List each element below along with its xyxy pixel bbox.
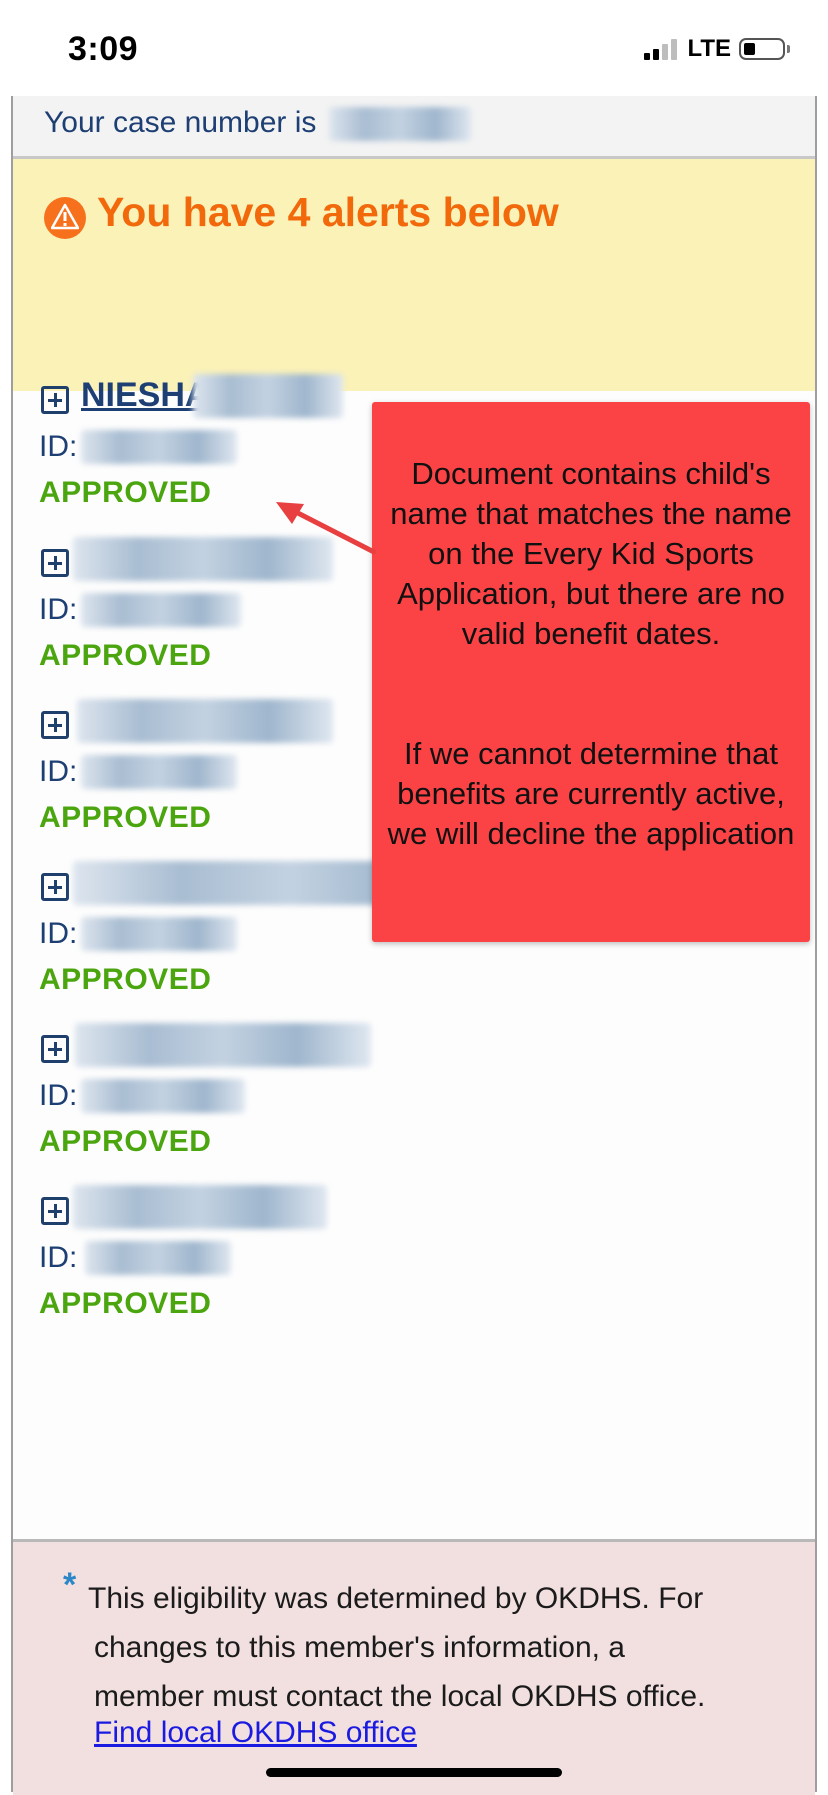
eligibility-note-line: changes to this member's information, a [94,1631,625,1664]
expand-icon[interactable] [41,711,69,739]
expand-icon[interactable] [41,549,69,577]
find-office-link[interactable]: Find local OKDHS office [94,1716,417,1750]
eligibility-note: This eligibility was determined by OKDHS… [88,1574,778,1721]
status-indicators: LTE [644,35,790,62]
footnote-asterisk: * [63,1566,77,1604]
network-type: LTE [687,35,731,62]
home-indicator[interactable] [266,1768,562,1777]
cellular-signal-icon [644,38,678,60]
expand-icon[interactable] [41,1035,69,1063]
eligibility-note-line: This eligibility was determined by OKDHS… [88,1582,704,1615]
member-id-label: ID: [39,430,78,463]
battery-nub [787,45,790,53]
redacted-member-id [81,917,237,951]
member-id-label: ID: [39,755,78,788]
member-id-label: ID: [39,1079,78,1112]
redacted-member-id [81,593,241,627]
eligibility-footer: * This eligibility was determined by OKD… [13,1539,815,1795]
case-number-bar: Your case number is [13,96,815,159]
expand-icon[interactable] [41,1197,69,1225]
redacted-case-number [328,107,471,142]
case-number-label: Your case number is [44,106,471,142]
redacted-member-name [73,1185,327,1229]
member-name-link[interactable]: NIESHA [81,376,209,415]
callout-paragraph: Document contains child's name that matc… [390,456,792,651]
member-id-label: ID: [39,593,78,626]
redacted-member-name [77,699,333,743]
redacted-member-id [81,755,237,789]
redacted-member-id [81,1079,245,1113]
member-id-label: ID: [39,1241,78,1274]
member-status: APPROVED [39,963,212,996]
annotation-arrow-icon [276,502,377,555]
eligibility-note-line: member must contact the local OKDHS offi… [94,1680,706,1713]
battery-icon [739,38,785,60]
expand-icon[interactable] [41,873,69,901]
status-bar: 3:09 LTE [0,0,828,96]
member-status: APPROVED [39,476,212,509]
callout-paragraph: If we cannot determine that benefits are… [387,736,795,851]
member-status: APPROVED [39,639,212,672]
member-status: APPROVED [39,801,212,834]
member-id-label: ID: [39,917,78,950]
page-content: Your case number is You have 4 alerts be… [11,96,817,1795]
redacted-member-id [85,1241,231,1275]
expand-icon[interactable] [41,386,69,414]
member-status: APPROVED [39,1287,212,1320]
redacted-member-id [81,430,237,464]
redacted-member-name [75,1023,371,1067]
warning-icon [44,197,86,239]
member-status: APPROVED [39,1125,212,1158]
alerts-banner: You have 4 alerts below [13,159,815,391]
redacted-member-name [193,374,343,418]
alerts-heading: You have 4 alerts below [97,189,559,235]
annotation-callout: Document contains child's name that matc… [372,402,810,942]
status-time: 3:09 [68,30,139,68]
